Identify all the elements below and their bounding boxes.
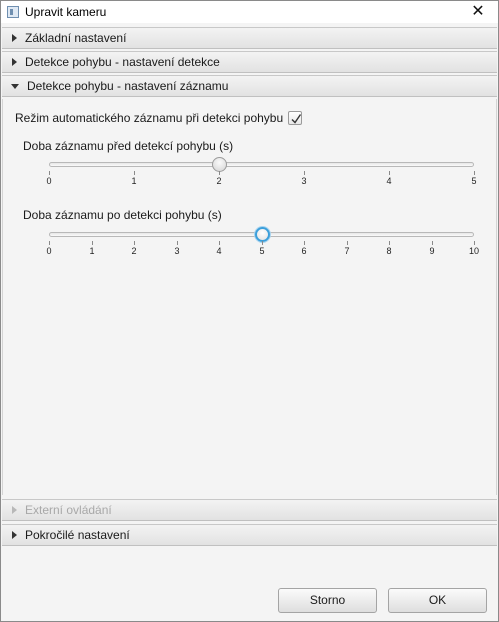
- post-record-tick: [474, 241, 475, 245]
- pre-record-tick: [474, 171, 475, 175]
- post-record-tick-label: 10: [468, 246, 479, 256]
- checkmark-icon: [291, 114, 302, 124]
- section-basic-settings[interactable]: Základní nastavení: [2, 27, 497, 49]
- chevron-right-icon: [12, 58, 17, 66]
- pre-record-tick-label: 3: [301, 176, 307, 186]
- post-record-tick-label: 9: [429, 246, 435, 256]
- post-record-tick-label: 3: [174, 246, 180, 256]
- chevron-right-icon: [12, 34, 17, 42]
- pre-record-tick-label: 2: [216, 176, 222, 186]
- post-record-tick-label: 1: [89, 246, 95, 256]
- post-record-tick: [347, 241, 348, 245]
- section-label: Pokročilé nastavení: [25, 528, 130, 542]
- post-record-tick: [389, 241, 390, 245]
- post-record-tick: [177, 241, 178, 245]
- pre-record-tick-label: 0: [46, 176, 52, 186]
- pre-record-tick: [219, 171, 220, 175]
- post-record-tick-label: 7: [344, 246, 350, 256]
- section-label: Externí ovládání: [25, 503, 112, 517]
- pre-record-tick-label: 4: [386, 176, 392, 186]
- pre-record-label: Doba záznamu před detekcí pohybu (s): [23, 139, 234, 153]
- camera-app-icon: [7, 6, 19, 18]
- recording-settings-panel: Režim automatického záznamu při detekci …: [2, 99, 497, 495]
- post-record-tick-label: 4: [216, 246, 222, 256]
- auto-record-checkbox[interactable]: [288, 111, 303, 125]
- section-label: Základní nastavení: [25, 31, 127, 45]
- pre-record-tick: [304, 171, 305, 175]
- edit-camera-dialog: Upravit kameru ✕ Základní nastavení Dete…: [0, 0, 499, 622]
- pre-record-tick: [49, 171, 50, 175]
- chevron-down-icon: [11, 83, 19, 89]
- post-record-tick-label: 5: [259, 246, 265, 256]
- pre-record-slider[interactable]: 0 1 2 3 4 5: [46, 157, 477, 197]
- post-record-tick: [49, 241, 50, 245]
- window-title: Upravit kameru: [25, 5, 107, 19]
- chevron-right-icon: [12, 531, 17, 539]
- close-icon[interactable]: ✕: [468, 2, 488, 22]
- post-record-tick: [134, 241, 135, 245]
- ok-button[interactable]: OK: [388, 588, 487, 613]
- post-record-tick-label: 2: [131, 246, 137, 256]
- section-motion-detection[interactable]: Detekce pohybu - nastavení detekce: [2, 51, 497, 73]
- cancel-button[interactable]: Storno: [278, 588, 377, 613]
- post-record-tick: [432, 241, 433, 245]
- post-record-tick-label: 0: [46, 246, 52, 256]
- post-record-tick-label: 8: [386, 246, 392, 256]
- title-bar: Upravit kameru ✕: [1, 1, 498, 23]
- pre-record-tick-label: 5: [471, 176, 477, 186]
- slider-thumb[interactable]: [255, 227, 270, 242]
- post-record-tick: [219, 241, 220, 245]
- slider-track[interactable]: [49, 162, 474, 167]
- chevron-right-icon: [12, 506, 17, 514]
- post-record-tick-label: 6: [301, 246, 307, 256]
- pre-record-tick: [134, 171, 135, 175]
- section-advanced-settings[interactable]: Pokročilé nastavení: [2, 524, 497, 546]
- post-record-slider[interactable]: 0 1 2 3 4 5 6 7 8 9 10: [46, 227, 479, 267]
- section-external-control: Externí ovládání: [2, 499, 497, 521]
- auto-record-label: Režim automatického záznamu při detekci …: [15, 111, 284, 125]
- post-record-tick: [304, 241, 305, 245]
- post-record-label: Doba záznamu po detekci pohybu (s): [23, 208, 222, 222]
- post-record-tick: [262, 241, 263, 245]
- pre-record-tick-label: 1: [131, 176, 137, 186]
- post-record-tick: [92, 241, 93, 245]
- section-label: Detekce pohybu - nastavení detekce: [25, 55, 220, 69]
- pre-record-tick: [389, 171, 390, 175]
- section-motion-recording[interactable]: Detekce pohybu - nastavení záznamu: [2, 75, 497, 97]
- auto-record-row: Režim automatického záznamu při detekci …: [15, 111, 303, 125]
- slider-thumb[interactable]: [212, 157, 227, 172]
- section-label: Detekce pohybu - nastavení záznamu: [27, 79, 229, 93]
